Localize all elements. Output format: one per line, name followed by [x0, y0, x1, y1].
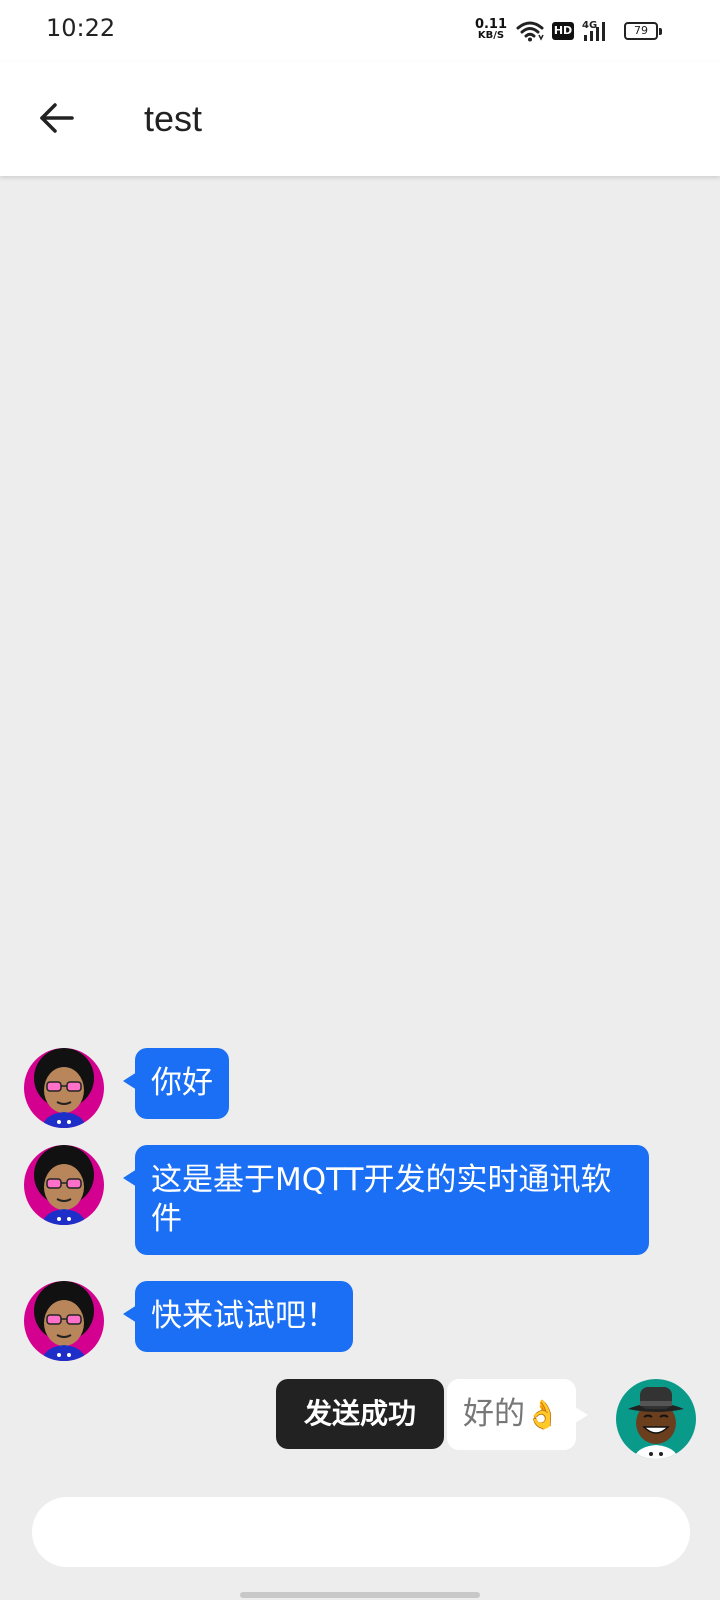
network-speed: 0.11 KB/S	[474, 18, 508, 41]
network-speed-unit: KB/S	[477, 30, 505, 41]
app-bar: test	[0, 62, 720, 176]
avatar-hat-icon	[616, 1379, 696, 1459]
avatar-afro-icon	[24, 1145, 104, 1225]
network-type-label: 4G	[582, 20, 597, 31]
toast-message: 发送成功	[276, 1379, 444, 1449]
avatar[interactable]	[24, 1281, 104, 1361]
message-bubble-sent[interactable]: 好的👌	[447, 1379, 588, 1450]
status-time: 10:22	[46, 14, 116, 42]
avatar-self[interactable]	[616, 1379, 696, 1459]
message-text: 好的	[463, 1396, 525, 1432]
page-title: test	[144, 98, 203, 139]
message-input[interactable]	[32, 1497, 690, 1567]
cellular-signal-icon: 4G	[582, 20, 605, 41]
status-bar: 10:22 0.11 KB/S HD 4G 79	[0, 0, 720, 62]
avatar[interactable]	[24, 1145, 104, 1225]
avatar[interactable]	[24, 1048, 104, 1128]
chat-area[interactable]	[0, 176, 720, 1476]
home-indicator[interactable]	[240, 1592, 480, 1598]
back-button[interactable]	[30, 92, 82, 144]
avatar-afro-icon	[24, 1281, 104, 1361]
ok-hand-emoji: 👌	[525, 1398, 560, 1431]
hd-badge: HD	[552, 22, 574, 40]
wifi-icon	[516, 21, 544, 42]
battery-icon: 79	[624, 22, 662, 40]
message-bubble-received[interactable]: 你好	[123, 1048, 229, 1119]
avatar-afro-icon	[24, 1048, 104, 1128]
arrow-left-icon	[40, 103, 74, 133]
message-bubble-received[interactable]: 快来试试吧！	[123, 1281, 353, 1352]
message-bubble-received[interactable]: 这是基于MQTT开发的实时通讯软件	[123, 1145, 649, 1255]
battery-level: 79	[634, 24, 648, 37]
